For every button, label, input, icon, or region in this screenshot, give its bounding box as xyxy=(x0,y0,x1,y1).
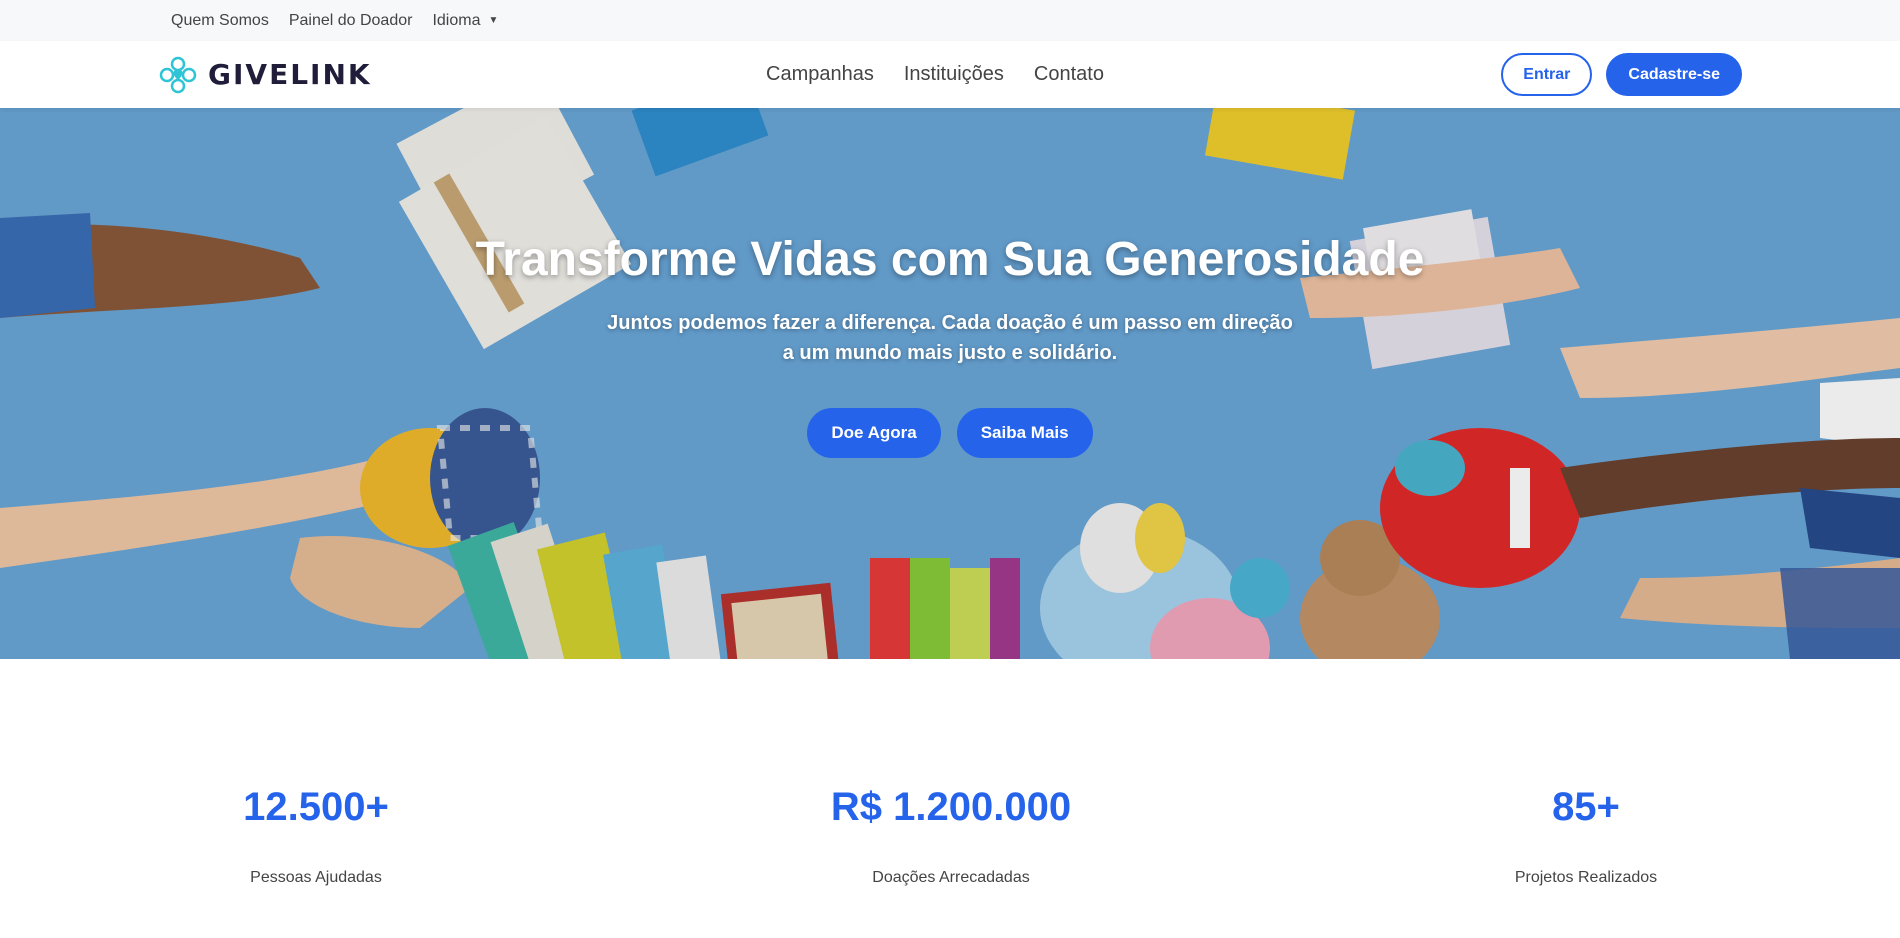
hero-banner: Transforme Vidas com Sua Generosidade Ju… xyxy=(0,108,1900,659)
stat-label: Doações Arrecadadas xyxy=(872,869,1030,886)
stat-value: 85+ xyxy=(1552,785,1620,829)
stat-value: 12.500+ xyxy=(243,785,389,829)
login-button[interactable]: Entrar xyxy=(1501,53,1593,96)
nav-institutions[interactable]: Instituições xyxy=(904,63,1004,86)
donate-now-button[interactable]: Doe Agora xyxy=(807,408,941,458)
donor-dashboard-link[interactable]: Painel do Doador xyxy=(289,12,413,30)
nav-campaigns[interactable]: Campanhas xyxy=(766,63,874,86)
hero-subtitle-line2: a um mundo mais justo e solidário. xyxy=(782,342,1118,364)
heart-hands-logo-icon xyxy=(159,56,197,93)
hero-cta-group: Doe Agora Saiba Mais xyxy=(0,408,1900,458)
stat-label: Projetos Realizados xyxy=(1514,869,1658,886)
main-navbar: GIVELINK Campanhas Instituições Contato … xyxy=(0,41,1900,108)
impact-stats: 12.500+ Pessoas Ajudadas R$ 1.200.000 Do… xyxy=(0,659,1900,938)
signup-button[interactable]: Cadastre-se xyxy=(1606,53,1742,96)
stat-label: Pessoas Ajudadas xyxy=(250,869,382,886)
hero-title: Transforme Vidas com Sua Generosidade xyxy=(475,233,1425,286)
language-label: Idioma xyxy=(432,11,481,29)
hero-subtitle: Juntos podemos fazer a diferença. Cada d… xyxy=(600,308,1300,368)
top-utility-bar: Quem Somos Painel do Doador Idioma ▼ xyxy=(0,0,1900,41)
auth-actions: Entrar Cadastre-se xyxy=(1501,41,1742,108)
stat-value: R$ 1.200.000 xyxy=(830,785,1072,829)
brand-logo-link[interactable]: GIVELINK xyxy=(158,55,372,95)
brand-name: GIVELINK xyxy=(208,58,372,91)
primary-nav: Campanhas Instituições Contato xyxy=(766,41,1104,108)
learn-more-button[interactable]: Saiba Mais xyxy=(956,408,1093,458)
hero-subtitle-line1: Juntos podemos fazer a diferença. Cada d… xyxy=(607,312,1293,334)
language-dropdown[interactable]: Idioma ▼ xyxy=(432,12,498,30)
about-link[interactable]: Quem Somos xyxy=(171,12,269,30)
donation-items-background-image xyxy=(0,108,1900,659)
nav-contact[interactable]: Contato xyxy=(1034,63,1104,86)
caret-down-icon: ▼ xyxy=(488,15,499,26)
